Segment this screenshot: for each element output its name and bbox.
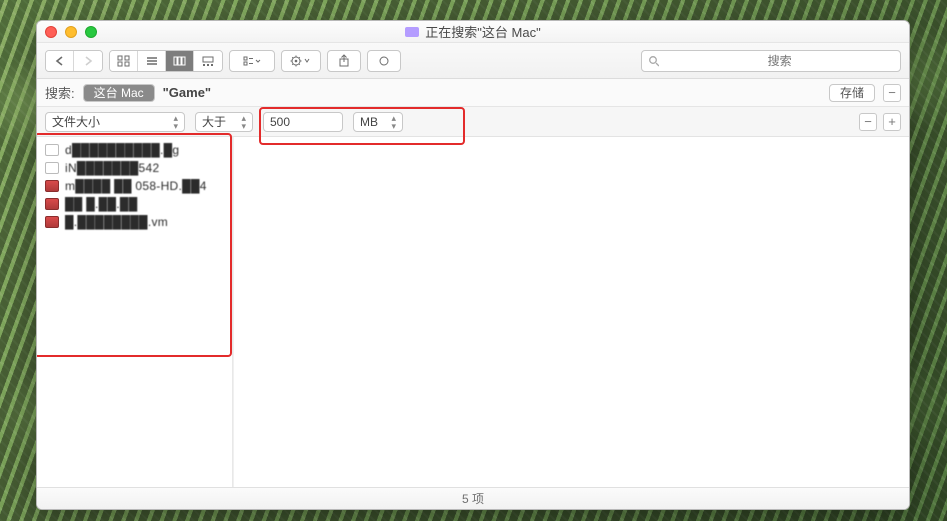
- tags-button[interactable]: [367, 50, 401, 72]
- result-filename: d██████████.█g: [65, 143, 179, 157]
- window-titlebar: 正在搜索"这台 Mac": [37, 21, 909, 43]
- result-row[interactable]: ██ █.██.██: [37, 195, 232, 213]
- nav-buttons: [45, 50, 103, 72]
- criteria-op-select[interactable]: 大于 ▴▾: [195, 112, 253, 132]
- results-column[interactable]: d██████████.█g iN███████542 m████ ██ 058-H…: [37, 137, 233, 487]
- traffic-lights: [45, 26, 97, 38]
- result-row[interactable]: d██████████.█g: [37, 141, 232, 159]
- minimize-window-button[interactable]: [65, 26, 77, 38]
- status-bar: 5 项: [37, 487, 909, 509]
- status-text: 5 项: [462, 490, 484, 507]
- chevron-updown-icon: ▴▾: [173, 114, 178, 130]
- zoom-window-button[interactable]: [85, 26, 97, 38]
- view-icons-button[interactable]: [110, 51, 138, 71]
- share-button[interactable]: [327, 50, 361, 72]
- image-file-icon: [45, 216, 59, 228]
- view-mode-seg: [109, 50, 223, 72]
- scope-this-mac[interactable]: 这台 Mac: [84, 85, 154, 101]
- document-file-icon: [45, 144, 59, 156]
- criteria-unit-select[interactable]: MB ▴▾: [353, 112, 403, 132]
- search-scope-seg: 这台 Mac: [83, 84, 155, 102]
- result-row[interactable]: iN███████542: [37, 159, 232, 177]
- search-scope-label: 搜索:: [45, 83, 75, 102]
- window-title-text: 正在搜索"这台 Mac": [425, 22, 540, 41]
- result-row[interactable]: m████ ██ 058-HD.██4: [37, 177, 232, 195]
- remove-search-button[interactable]: −: [883, 84, 901, 102]
- view-columns-button[interactable]: [166, 51, 194, 71]
- view-list-button[interactable]: [138, 51, 166, 71]
- window-title: 正在搜索"这台 Mac": [37, 22, 909, 41]
- result-filename: iN███████542: [65, 161, 159, 175]
- preview-column: [233, 137, 909, 487]
- close-window-button[interactable]: [45, 26, 57, 38]
- search-scope-bar: 搜索: 这台 Mac "Game" 存储 −: [37, 79, 909, 107]
- document-file-icon: [45, 162, 59, 174]
- search-input[interactable]: [665, 54, 894, 68]
- forward-button[interactable]: [74, 51, 102, 71]
- add-criteria-button[interactable]: +: [883, 113, 901, 131]
- image-file-icon: [45, 180, 59, 192]
- remove-criteria-button[interactable]: −: [859, 113, 877, 131]
- result-row[interactable]: █.████████.vm: [37, 213, 232, 231]
- action-menu-button[interactable]: [281, 50, 321, 72]
- criteria-value-input[interactable]: [263, 112, 343, 132]
- results-area: d██████████.█g iN███████542 m████ ██ 058-H…: [37, 137, 909, 487]
- save-search-button[interactable]: 存储: [829, 84, 875, 102]
- image-file-icon: [45, 198, 59, 210]
- result-filename: ██ █.██.██: [65, 197, 138, 211]
- view-gallery-button[interactable]: [194, 51, 222, 71]
- finder-window: 正在搜索"这台 Mac": [36, 20, 910, 510]
- group-by-button[interactable]: [229, 50, 275, 72]
- finder-toolbar: [37, 43, 909, 79]
- result-filename: █.████████.vm: [65, 215, 168, 229]
- criteria-attr-label: 文件大小: [52, 113, 100, 130]
- criteria-unit-label: MB: [360, 115, 378, 129]
- result-filename: m████ ██ 058-HD.██4: [65, 179, 207, 193]
- criteria-op-label: 大于: [202, 113, 226, 130]
- search-criteria-row: 文件大小 ▴▾ 大于 ▴▾ MB ▴▾ − +: [37, 107, 909, 137]
- toolbar-search[interactable]: [641, 50, 901, 72]
- criteria-attr-select[interactable]: 文件大小 ▴▾: [45, 112, 185, 132]
- chevron-updown-icon: ▴▾: [391, 114, 396, 130]
- scope-game-token[interactable]: "Game": [163, 85, 211, 100]
- smart-folder-icon: [405, 27, 419, 37]
- chevron-updown-icon: ▴▾: [241, 114, 246, 130]
- back-button[interactable]: [46, 51, 74, 71]
- search-icon: [648, 55, 659, 67]
